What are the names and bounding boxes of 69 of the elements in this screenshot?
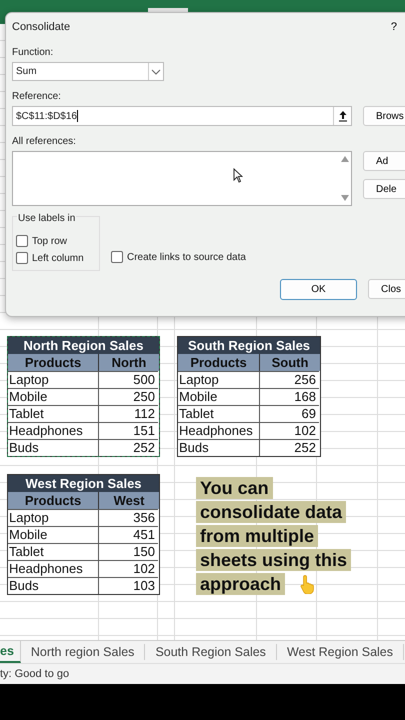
table-cell: 168	[260, 388, 319, 405]
table-title: West Region Sales	[8, 475, 159, 492]
column-header: West	[99, 492, 159, 509]
checkbox[interactable]	[16, 252, 28, 264]
table-cell: Headphones	[8, 560, 99, 577]
table-cell: Headphones	[178, 422, 260, 439]
table-title: South Region Sales	[178, 337, 320, 354]
chevron-down-icon	[151, 68, 161, 74]
add-button[interactable]: Ad	[363, 151, 405, 171]
table-cell: 69	[260, 405, 319, 422]
dialog-title: Consolidate	[12, 21, 70, 33]
checkbox-option[interactable]: Create links to source data	[111, 251, 246, 263]
scroll-down-icon[interactable]	[341, 195, 349, 201]
column-header: South	[260, 354, 320, 371]
table-cell: Laptop	[8, 509, 99, 526]
table-cell: Buds	[8, 439, 99, 456]
ok-button[interactable]: OK	[280, 279, 357, 300]
sheet-tab[interactable]: West Region Sales	[276, 644, 404, 660]
help-button[interactable]: ?	[390, 21, 397, 33]
table-cell: Buds	[8, 577, 99, 594]
table-cell: Mobile	[8, 388, 99, 405]
reference-label: Reference:	[12, 91, 62, 102]
table-cell: Tablet	[8, 405, 99, 422]
browse-button[interactable]: Brows	[363, 106, 405, 126]
column-header: Products	[178, 354, 260, 371]
column-header: North	[99, 354, 159, 371]
checkbox-option[interactable]: Left column	[16, 252, 99, 264]
table-cell: 256	[260, 371, 319, 388]
caption-text: You can consolidate data from multiple sheets using this approach	[196, 476, 352, 596]
status-text: ty: Good to go	[0, 663, 405, 684]
sheet-tab[interactable]: North region Sales	[20, 644, 146, 660]
reference-field[interactable]: $C$11:$D$16	[12, 106, 352, 126]
upload-arrow-icon[interactable]	[338, 110, 348, 122]
column-header: Products	[8, 492, 99, 509]
table-cell: 112	[99, 405, 158, 422]
function-dropdown[interactable]: Sum	[12, 62, 164, 81]
table-cell: 356	[99, 509, 158, 526]
table-cell: Headphones	[8, 422, 99, 439]
close-button[interactable]: Clos	[368, 279, 405, 299]
table-cell: Laptop	[8, 371, 99, 388]
table-cell: 250	[99, 388, 158, 405]
table-cell: 451	[99, 526, 158, 543]
table-cell: Mobile	[178, 388, 260, 405]
table-cell: Mobile	[8, 526, 99, 543]
table-cell: 252	[260, 439, 319, 456]
table-cell: 102	[99, 560, 158, 577]
sheet-tab[interactable]: South Region Sales	[145, 644, 277, 660]
table-cell: 252	[99, 439, 158, 456]
table-cell: Tablet	[178, 405, 260, 422]
group-title: Use labels in	[17, 213, 76, 224]
table-cell: 102	[260, 422, 319, 439]
mouse-cursor-icon	[233, 168, 243, 183]
delete-button[interactable]: Dele	[363, 179, 405, 199]
table-cell: Laptop	[178, 371, 260, 388]
table-cell: 103	[99, 577, 158, 594]
table-cell: 500	[99, 371, 158, 388]
all-references-label: All references:	[12, 136, 77, 147]
table-cell: Tablet	[8, 543, 99, 560]
scroll-up-icon[interactable]	[341, 156, 349, 162]
table-cell: 150	[99, 543, 158, 560]
function-label: Function:	[12, 47, 54, 58]
table-title: North Region Sales	[8, 337, 159, 354]
checkbox-option[interactable]: Top row	[16, 235, 99, 247]
pointing-hand-icon	[300, 574, 316, 594]
checkbox[interactable]	[111, 251, 123, 263]
table-cell: Buds	[178, 439, 260, 456]
column-header: Products	[8, 354, 99, 371]
table-cell: 151	[99, 422, 158, 439]
checkbox[interactable]	[16, 235, 28, 247]
